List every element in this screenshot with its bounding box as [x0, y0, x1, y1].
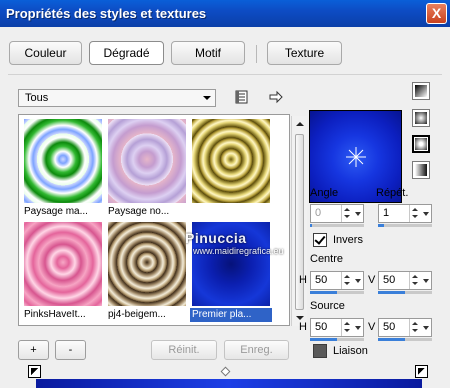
tab-degrade[interactable]: Dégradé [89, 41, 164, 65]
linear-style-button[interactable] [412, 82, 430, 100]
chevron-down-icon[interactable] [423, 326, 429, 330]
center-h-value: 50 [315, 274, 328, 286]
gradient-thumbnail [108, 222, 186, 306]
angle-input[interactable]: 0 [310, 204, 364, 227]
gallery-item-caption: pj4-beigem... [108, 309, 166, 320]
watermark: Pinuccia www.maidiregrafica.eu [185, 230, 284, 256]
source-h-spinner[interactable] [341, 319, 351, 336]
angle-label: Angle [310, 187, 339, 199]
gradient-thumbnail [24, 222, 102, 306]
rectangular-style-button[interactable] [412, 109, 430, 127]
link-checkbox[interactable] [313, 344, 327, 358]
source-v-slider[interactable] [378, 338, 432, 341]
chevron-down-icon[interactable] [355, 326, 361, 330]
center-h-slider[interactable] [310, 291, 364, 294]
center-h-spinner[interactable] [341, 272, 351, 289]
rectangular-gradient-icon [415, 112, 427, 124]
gallery-item-caption: PinksHaveIt... [24, 309, 86, 320]
category-select-value: Tous [25, 92, 49, 104]
center-h-label: H [299, 274, 307, 286]
angle-value: 0 [315, 207, 322, 219]
gradient-thumbnail [108, 119, 186, 203]
gallery-item[interactable] [190, 117, 272, 219]
center-v-input[interactable]: 50 [378, 271, 432, 294]
source-h-label: H [299, 321, 307, 333]
reset-button[interactable]: Réinit. [151, 340, 217, 360]
gradient-midpoint-marker[interactable] [220, 366, 231, 377]
gradient-start-marker[interactable] [28, 365, 41, 378]
source-v-value: 50 [383, 321, 396, 333]
repeat-input[interactable]: 1 [378, 204, 432, 227]
gallery-item[interactable]: Paysage ma... [22, 117, 104, 219]
gradient-thumbnail [192, 119, 270, 203]
chevron-down-icon[interactable] [355, 212, 361, 216]
source-label: Source [310, 300, 345, 312]
gradient-end-marker[interactable] [415, 365, 428, 378]
source-h-value: 50 [315, 321, 328, 333]
sunburst-style-button[interactable] [412, 135, 430, 153]
repeat-slider[interactable] [378, 224, 432, 227]
radial-style-button[interactable] [412, 161, 430, 179]
scroll-down-icon[interactable] [296, 316, 304, 320]
tab-separator [256, 45, 257, 63]
window-title: Propriétés des styles et textures [6, 6, 207, 21]
center-v-slider[interactable] [378, 291, 432, 294]
angle-slider[interactable] [310, 224, 364, 227]
radial-gradient-icon [415, 164, 427, 176]
gallery-item[interactable]: Paysage no... [106, 117, 188, 219]
source-h-slider[interactable] [310, 338, 364, 341]
tab-motif[interactable]: Motif [171, 41, 245, 65]
chevron-down-icon[interactable] [355, 279, 361, 283]
gradient-gallery[interactable]: Paysage ma... Paysage no... PinksHaveIt.… [18, 114, 307, 326]
invert-label: Invers [333, 234, 363, 246]
linear-gradient-icon [415, 85, 427, 97]
title-bar: Propriétés des styles et textures X [0, 0, 450, 27]
save-button[interactable]: Enreg. [224, 340, 289, 360]
chevron-down-icon[interactable] [423, 212, 429, 216]
sunburst-gradient-icon [415, 138, 427, 150]
center-v-spinner[interactable] [409, 272, 419, 289]
source-v-spinner[interactable] [409, 319, 419, 336]
gradient-thumbnail [24, 119, 102, 203]
source-h-input[interactable]: 50 [310, 318, 364, 341]
tab-couleur[interactable]: Couleur [9, 41, 82, 65]
center-label: Centre [310, 253, 344, 265]
gallery-item-caption [190, 205, 272, 219]
watermark-name: Pinuccia [185, 230, 247, 246]
gallery-item[interactable]: PinksHaveIt... [22, 220, 104, 322]
gallery-item[interactable]: pj4-beigem... [106, 220, 188, 322]
arrow-right-icon[interactable] [268, 89, 284, 105]
center-v-value: 50 [383, 274, 396, 286]
category-select[interactable]: Tous [18, 89, 216, 107]
add-button[interactable]: + [18, 340, 49, 360]
center-h-input[interactable]: 50 [310, 271, 364, 294]
source-v-input[interactable]: 50 [378, 318, 432, 341]
link-label: Liaison [333, 345, 368, 357]
angle-spinner[interactable] [341, 205, 351, 222]
source-v-label: V [368, 321, 376, 333]
remove-button[interactable]: - [55, 340, 86, 360]
invert-checkbox[interactable] [313, 233, 327, 247]
chevron-down-icon [203, 96, 211, 100]
watermark-url: www.maidiregrafica.eu [193, 246, 284, 256]
center-point-icon [346, 147, 366, 167]
gallery-item-caption: Paysage ma... [24, 206, 88, 217]
repeat-spinner[interactable] [409, 205, 419, 222]
resource-manager-icon[interactable] [234, 89, 250, 105]
repeat-value: 1 [383, 207, 390, 219]
chevron-down-icon[interactable] [423, 279, 429, 283]
repeat-label: Répét. [376, 187, 409, 199]
dialog-body: Couleur Dégradé Motif Texture Tous Paysa… [0, 27, 450, 388]
scroll-up-icon[interactable] [296, 122, 304, 126]
tab-divider [8, 74, 442, 75]
gallery-item-caption: Premier pla... [190, 308, 272, 322]
close-button[interactable]: X [426, 3, 447, 24]
gradient-bar[interactable] [36, 379, 422, 388]
gallery-item-caption: Paysage no... [108, 206, 170, 217]
tab-texture[interactable]: Texture [267, 41, 342, 65]
center-v-label: V [368, 274, 376, 286]
gallery-scrollbar[interactable] [291, 116, 307, 326]
